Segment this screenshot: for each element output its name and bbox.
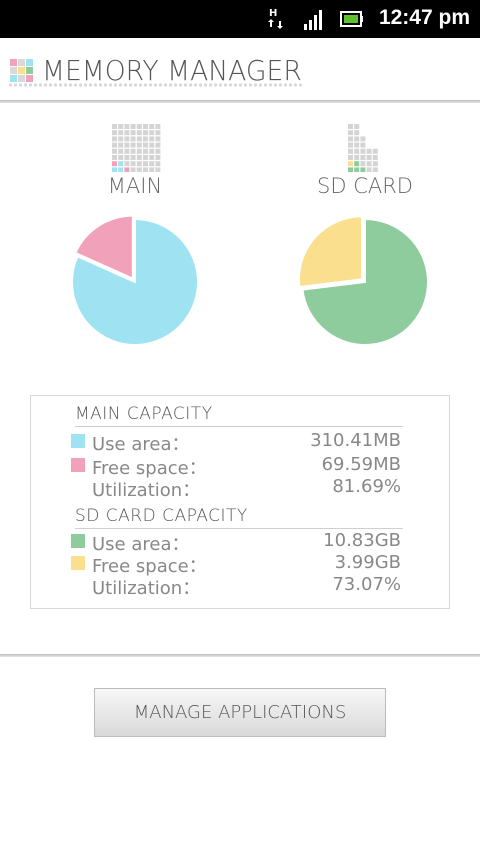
manage-applications-button[interactable]: MANAGE APPLICATIONS — [94, 688, 386, 737]
row-label: Use area： — [92, 434, 190, 455]
section-divider — [75, 426, 403, 427]
row-value: 310.41MB — [310, 430, 401, 451]
free-space-swatch — [71, 458, 85, 472]
bottom-divider — [0, 654, 480, 657]
app-logo-icon — [10, 59, 33, 82]
row-value: 10.83GB — [323, 530, 401, 551]
sd-pie-chart — [298, 215, 429, 346]
main-free-row: Free space： 69.59MB — [71, 454, 401, 479]
battery-icon — [340, 11, 363, 27]
section-divider — [75, 528, 403, 529]
clock: 12:47 pm — [378, 6, 470, 29]
main-memory-grid-icon — [112, 124, 161, 172]
sd-card-grid-icon — [348, 124, 378, 172]
main-use-row: Use area： 310.41MB — [71, 430, 401, 455]
row-value: 73.07% — [332, 574, 401, 595]
app-header: MEMORY MANAGER — [0, 38, 480, 102]
row-value: 3.99GB — [334, 552, 401, 573]
status-bar: H 12:47 pm — [0, 0, 480, 38]
sd-free-row: Free space： 3.99GB — [71, 552, 401, 577]
header-divider — [0, 100, 480, 103]
row-value: 69.59MB — [321, 454, 401, 475]
signal-strength-icon — [304, 10, 322, 30]
sd-use-row: Use area： 10.83GB — [71, 530, 401, 555]
capacity-panel: MAIN CAPACITY Use area： 310.41MB Free sp… — [30, 395, 450, 609]
main-chart-block: MAIN — [35, 122, 235, 362]
sd-capacity-title: SD CARD CAPACITY — [75, 506, 248, 526]
row-value: 81.69% — [332, 476, 401, 497]
sd-util-row: Utilization： 73.07% — [71, 574, 401, 599]
pie-slice-free-space — [298, 215, 364, 289]
main-pie-chart — [71, 214, 199, 346]
main-util-row: Utilization： 81.69% — [71, 476, 401, 501]
main-chart-label: MAIN — [107, 174, 163, 198]
main-capacity-title: MAIN CAPACITY — [75, 404, 213, 424]
title-underline-dots — [8, 82, 304, 88]
sd-chart-block: SD CARD — [265, 122, 465, 362]
free-space-swatch — [71, 556, 85, 570]
row-label: Utilization： — [92, 578, 201, 599]
sd-chart-label: SD CARD — [317, 174, 413, 198]
svg-text:H: H — [269, 8, 277, 19]
h-plus-data-icon: H — [268, 8, 283, 29]
row-label: Utilization： — [92, 480, 201, 501]
use-area-swatch — [71, 534, 85, 548]
use-area-swatch — [71, 434, 85, 448]
